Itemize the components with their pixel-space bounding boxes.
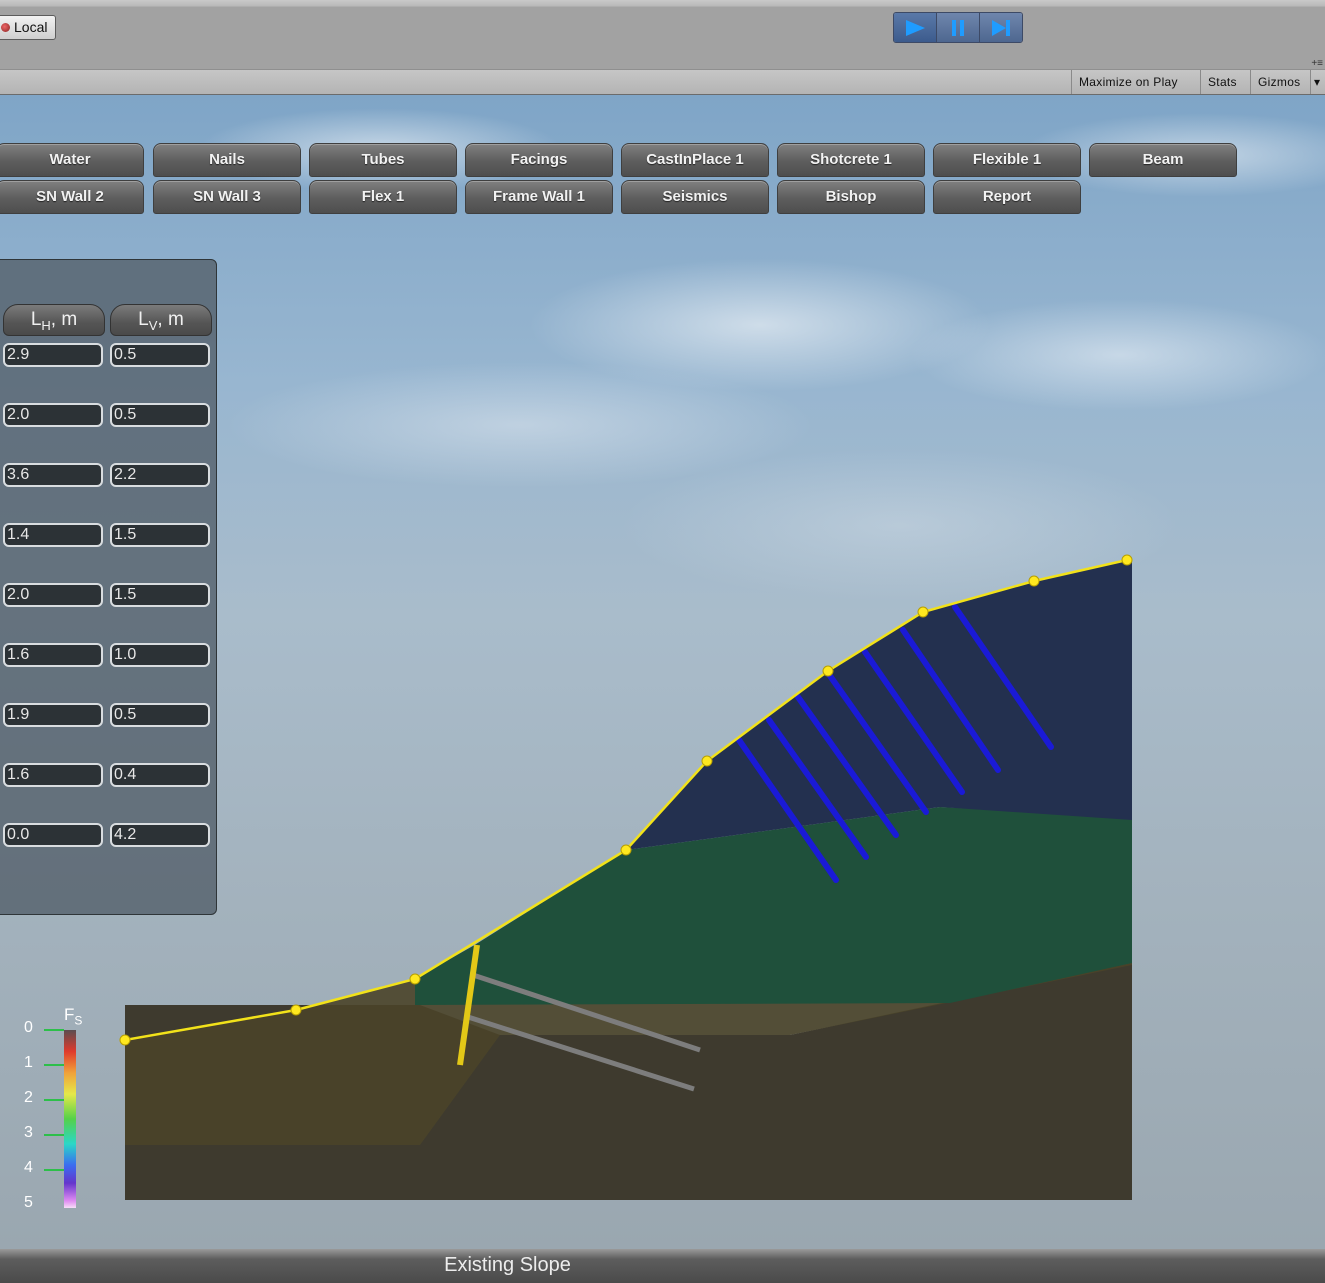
fs-legend-label: 5 <box>24 1194 33 1211</box>
fs-color-scale <box>64 1030 76 1208</box>
slope-vertex-handle[interactable] <box>409 973 421 985</box>
fs-legend-tick <box>44 1169 64 1171</box>
lv-symbol: L <box>138 309 149 330</box>
menu-icon[interactable]: +≡ <box>1311 58 1323 69</box>
lv-input[interactable]: 0.5 <box>110 343 210 367</box>
fs-legend-tick <box>44 1064 64 1066</box>
fs-legend-tick <box>44 1029 64 1031</box>
pivot-local-button[interactable]: Local <box>0 15 57 40</box>
maximize-on-play-button[interactable]: Maximize on Play <box>1071 70 1185 94</box>
pause-button[interactable] <box>937 13 980 42</box>
fs-legend-title: FS <box>64 1005 82 1027</box>
gizmos-button[interactable]: Gizmos <box>1250 70 1307 94</box>
play-button[interactable] <box>894 13 937 42</box>
game-view-bar: Maximize on Play Stats Gizmos ▾ <box>0 70 1325 95</box>
lh-subscript: H <box>41 317 51 333</box>
column-header-lv[interactable]: LV, m <box>110 304 212 336</box>
lh-input[interactable]: 2.0 <box>3 583 103 607</box>
lh-input[interactable]: 2.9 <box>3 343 103 367</box>
gizmos-dropdown-icon[interactable]: ▾ <box>1310 70 1323 94</box>
middle-soil-layer <box>415 807 1132 1005</box>
segment-parameters-panel: LH, m LV, m 2.9 0.5 2.0 0.5 3.6 2.2 1.4 … <box>0 259 217 915</box>
lh-input[interactable]: 2.0 <box>3 403 103 427</box>
step-button[interactable] <box>980 13 1022 42</box>
lv-input[interactable]: 0.5 <box>110 703 210 727</box>
lv-unit: , m <box>157 309 184 330</box>
status-text: Existing Slope <box>444 1254 571 1276</box>
local-label: Local <box>14 19 48 35</box>
lv-input[interactable]: 2.2 <box>110 463 210 487</box>
lv-input[interactable]: 0.5 <box>110 403 210 427</box>
fs-legend-label: 1 <box>24 1054 33 1071</box>
lv-input[interactable]: 0.4 <box>110 763 210 787</box>
fs-legend-label: 4 <box>24 1159 33 1176</box>
pause-icon <box>952 19 964 36</box>
game-view: Water Nails Tubes Facings CastInPlace 1 … <box>0 95 1325 1249</box>
slope-vertex-handle[interactable] <box>1121 554 1133 566</box>
slope-vertex-handle[interactable] <box>1028 575 1040 587</box>
editor-toolbar: Local +≡ <box>0 0 1325 70</box>
lh-unit: , m <box>50 309 78 330</box>
slope-vertex-handle[interactable] <box>620 844 632 856</box>
lv-input[interactable]: 4.2 <box>110 823 210 847</box>
lv-input[interactable]: 1.0 <box>110 643 210 667</box>
local-icon <box>1 23 10 32</box>
fs-legend-label: 2 <box>24 1089 33 1106</box>
fs-legend-label: 3 <box>24 1124 33 1141</box>
lh-input[interactable]: 1.6 <box>3 643 103 667</box>
step-icon <box>992 19 1010 36</box>
lh-input[interactable]: 0.0 <box>3 823 103 847</box>
fs-legend-label: 0 <box>24 1019 33 1036</box>
play-icon <box>906 19 925 36</box>
lh-input[interactable]: 1.4 <box>3 523 103 547</box>
column-header-lh[interactable]: LH, m <box>3 304 105 336</box>
stats-button[interactable]: Stats <box>1200 70 1244 94</box>
lv-input[interactable]: 1.5 <box>110 583 210 607</box>
slope-vertex-handle[interactable] <box>290 1004 302 1016</box>
lv-input[interactable]: 1.5 <box>110 523 210 547</box>
slope-vertex-handle[interactable] <box>701 755 713 767</box>
slope-vertex-handle[interactable] <box>119 1034 131 1046</box>
play-controls <box>893 12 1023 43</box>
status-bar: Existing Slope <box>0 1249 1325 1283</box>
fs-symbol: F <box>64 1005 75 1024</box>
slope-vertex-handle[interactable] <box>822 665 834 677</box>
lh-input[interactable]: 3.6 <box>3 463 103 487</box>
lh-symbol: L <box>30 309 42 330</box>
slope-vertex-handle[interactable] <box>917 606 929 618</box>
lh-input[interactable]: 1.9 <box>3 703 103 727</box>
fs-legend-tick <box>44 1134 64 1136</box>
lh-input[interactable]: 1.6 <box>3 763 103 787</box>
fs-legend-tick <box>44 1099 64 1101</box>
fs-subscript: S <box>74 1013 83 1028</box>
